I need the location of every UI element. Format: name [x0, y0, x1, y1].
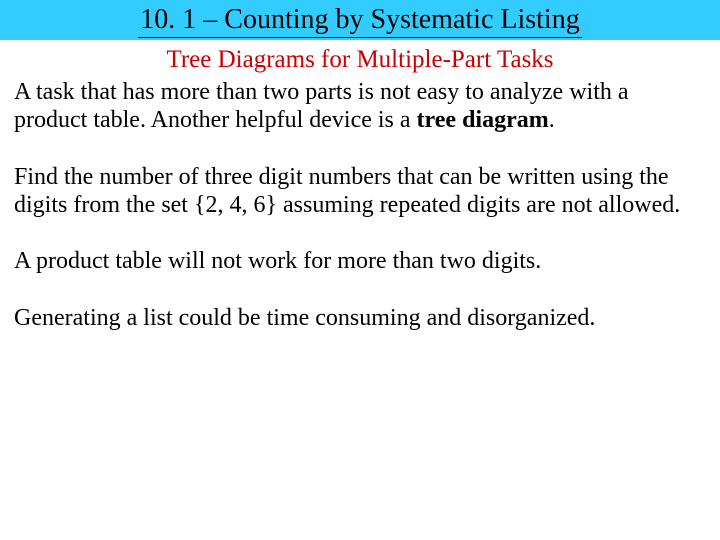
tree-diagram-term: tree diagram — [417, 107, 549, 133]
paragraph-problem: Find the number of three digit numbers t… — [14, 163, 706, 220]
paragraph-note1: A product table will not work for more t… — [14, 247, 706, 275]
page-title: 10. 1 – Counting by Systematic Listing — [138, 4, 581, 38]
paragraph-note2: Generating a list could be time consumin… — [14, 304, 706, 332]
content-area: Tree Diagrams for Multiple-Part Tasks A … — [0, 40, 720, 332]
header-bar: 10. 1 – Counting by Systematic Listing — [0, 0, 720, 40]
intro-text-c: . — [549, 107, 555, 133]
subtitle: Tree Diagrams for Multiple-Part Tasks — [14, 46, 706, 74]
paragraph-intro: A task that has more than two parts is n… — [14, 78, 706, 135]
